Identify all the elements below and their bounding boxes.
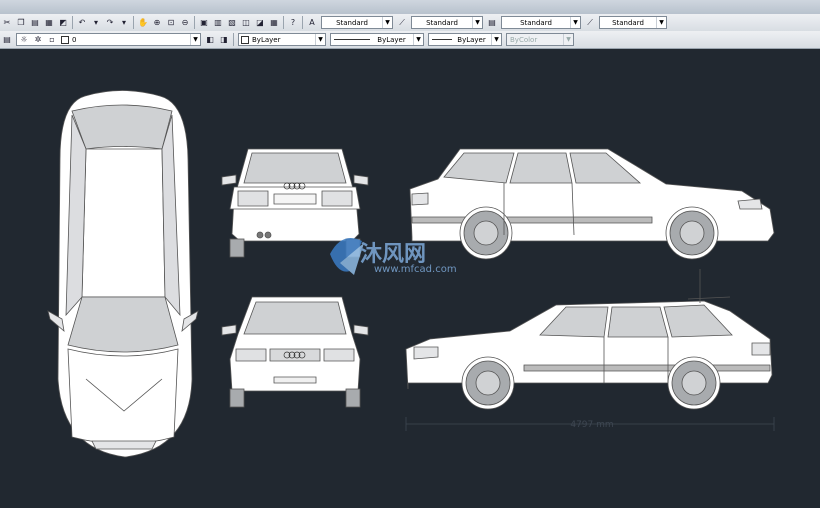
- text-style-icon[interactable]: A: [306, 16, 318, 29]
- chevron-down-icon: ▼: [563, 34, 573, 45]
- toolbar-separator: [233, 33, 234, 46]
- cad-window: ✂ ❐ ▤ ▦ ◩ ↶ ▾ ↷ ▾ ✋ ⊕ ⊡ ⊖ ▣ ▥ ▧ ◫ ◪ ▦ ? …: [0, 0, 820, 508]
- undo-icon[interactable]: ↶: [76, 16, 88, 29]
- pan-icon[interactable]: ✋: [137, 16, 149, 29]
- toolbar-separator: [283, 16, 284, 29]
- watermark-url: www.mfcad.com: [374, 264, 457, 275]
- car-side-view-left: [409, 148, 775, 260]
- dimension-style-value: Standard: [426, 18, 458, 27]
- help-icon[interactable]: ?: [287, 16, 299, 29]
- layer-on-icon: ☼: [20, 34, 28, 44]
- linetype-preview: [334, 39, 370, 40]
- layer-previous-icon[interactable]: ◨: [218, 33, 230, 46]
- text-style-value: Standard: [336, 18, 368, 27]
- sheet-set-icon[interactable]: ◫: [240, 16, 252, 29]
- toolbar-separator: [72, 16, 73, 29]
- cut-icon[interactable]: ✂: [1, 16, 13, 29]
- dimension-style-icon[interactable]: ⟋: [396, 16, 408, 29]
- zoom-realtime-icon[interactable]: ⊕: [151, 16, 163, 29]
- linetype-select[interactable]: ByLayer ▼: [330, 33, 424, 46]
- layer-select[interactable]: ☼ ✲ ▫ 0 ▼: [16, 33, 201, 46]
- copy-icon[interactable]: ❐: [15, 16, 27, 29]
- watermark-logo: 沐风网 www.mfcad.com: [330, 237, 457, 275]
- chevron-down-icon[interactable]: ▼: [656, 17, 666, 28]
- window-top-strip: [0, 0, 820, 14]
- properties-icon[interactable]: ▣: [198, 16, 210, 29]
- design-center-icon[interactable]: ▥: [212, 16, 224, 29]
- layer-lock-icon: ▫: [49, 34, 55, 44]
- color-swatch: [241, 35, 249, 44]
- calculator-icon[interactable]: ▦: [268, 16, 280, 29]
- current-layer-name: 0: [72, 35, 77, 44]
- table-style-value: Standard: [520, 18, 552, 27]
- linetype-value: ByLayer: [377, 35, 406, 44]
- zoom-previous-icon[interactable]: ⊖: [179, 16, 191, 29]
- chevron-down-icon[interactable]: ▼: [315, 34, 325, 45]
- table-style-icon[interactable]: ▤: [486, 16, 498, 29]
- paste-icon[interactable]: ▤: [29, 16, 41, 29]
- zoom-window-icon[interactable]: ⊡: [165, 16, 177, 29]
- layer-freeze-icon: ✲: [34, 34, 42, 44]
- layers-toolbar: ▤ ☼ ✲ ▫ 0 ▼ ◧ ◨ ByLayer ▼ ByLayer ▼ ByLa…: [0, 31, 820, 49]
- lineweight-preview: [432, 39, 452, 40]
- plotstyle-value: ByColor: [510, 35, 538, 44]
- standard-toolbar: ✂ ❐ ▤ ▦ ◩ ↶ ▾ ↷ ▾ ✋ ⊕ ⊡ ⊖ ▣ ▥ ▧ ◫ ◪ ▦ ? …: [0, 14, 820, 32]
- chevron-down-icon[interactable]: ▼: [382, 17, 392, 28]
- drawing-canvas[interactable]: 4797 mm 沐风网 www.mfcad.com: [0, 49, 820, 508]
- table-style-select[interactable]: Standard ▼: [501, 16, 581, 29]
- dimension-text: 4797 mm: [570, 420, 613, 430]
- match-properties-icon[interactable]: ▦: [43, 16, 55, 29]
- lineweight-select[interactable]: ByLayer ▼: [428, 33, 502, 46]
- layer-properties-icon[interactable]: ▤: [1, 33, 13, 46]
- car-top-view: [47, 90, 199, 458]
- chevron-down-icon[interactable]: ▼: [472, 17, 482, 28]
- redo-dropdown-icon[interactable]: ▾: [118, 16, 130, 29]
- dimension-style-select[interactable]: Standard ▼: [411, 16, 483, 29]
- lineweight-value: ByLayer: [457, 35, 486, 44]
- chevron-down-icon[interactable]: ▼: [491, 34, 501, 45]
- car-front-view: [221, 296, 369, 408]
- make-object-layer-current-icon[interactable]: ◧: [204, 33, 216, 46]
- color-value: ByLayer: [252, 35, 281, 44]
- multileader-style-select[interactable]: Standard ▼: [599, 16, 667, 29]
- plotstyle-select: ByColor ▼: [506, 33, 574, 46]
- toolbar-separator: [194, 16, 195, 29]
- redo-icon[interactable]: ↷: [104, 16, 116, 29]
- text-style-select[interactable]: Standard ▼: [321, 16, 393, 29]
- multileader-style-value: Standard: [612, 18, 644, 27]
- markup-icon[interactable]: ◪: [254, 16, 266, 29]
- chevron-down-icon[interactable]: ▼: [570, 17, 580, 28]
- color-select[interactable]: ByLayer ▼: [238, 33, 326, 46]
- multileader-style-icon[interactable]: ⟋: [584, 16, 596, 29]
- chevron-down-icon[interactable]: ▼: [190, 34, 200, 45]
- toolbar-separator: [133, 16, 134, 29]
- undo-dropdown-icon[interactable]: ▾: [90, 16, 102, 29]
- toolbar-separator: [302, 16, 303, 29]
- tool-palettes-icon[interactable]: ▧: [226, 16, 238, 29]
- block-editor-icon[interactable]: ◩: [57, 16, 69, 29]
- layer-color-swatch: [61, 35, 69, 44]
- car-side-view-right: [405, 269, 773, 410]
- chevron-down-icon[interactable]: ▼: [413, 34, 423, 45]
